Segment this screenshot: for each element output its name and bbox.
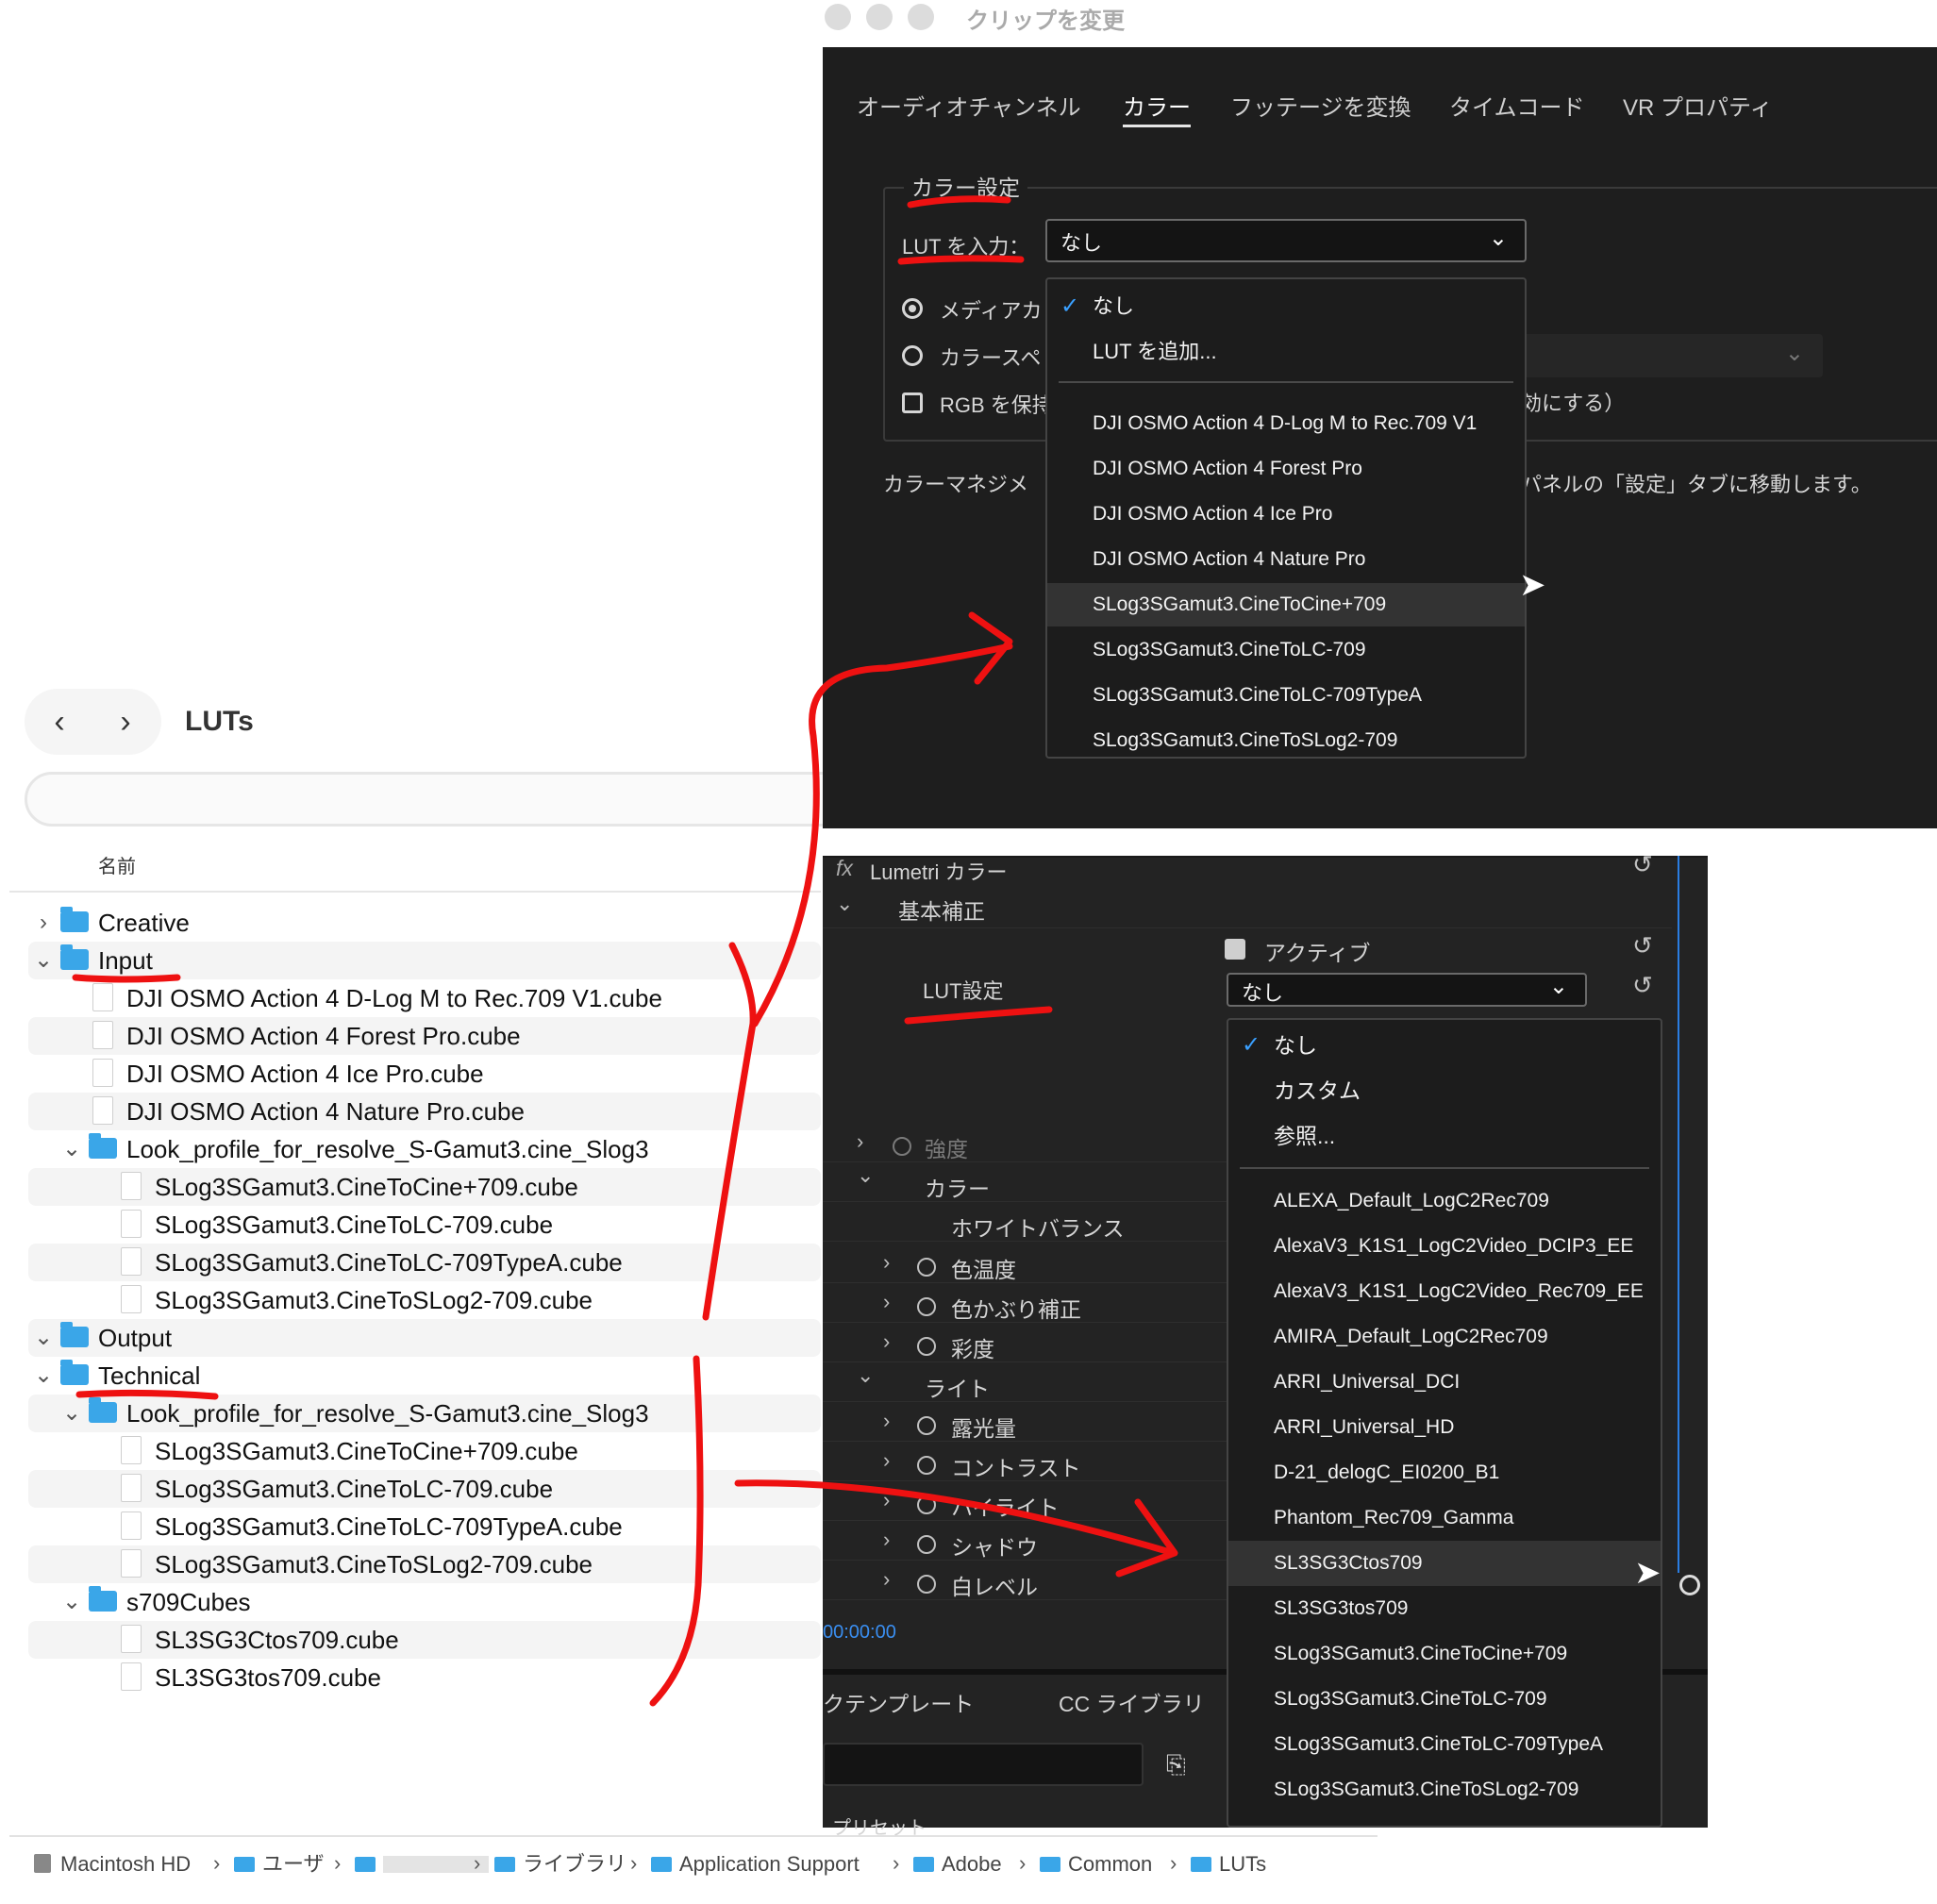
underline-lut-setting	[904, 1006, 1053, 1025]
underline-technical-folder	[75, 1389, 219, 1400]
arrow-to-dialog	[751, 643, 1013, 1027]
bracket-input	[702, 942, 757, 1321]
annotation-overlay	[72, 195, 1178, 1707]
underline-color-settings	[907, 195, 1011, 209]
arrow-to-lumetri	[734, 1479, 1174, 1556]
underline-input-folder	[72, 974, 181, 983]
underline-input-lut	[897, 255, 1025, 265]
bracket-technical	[649, 1355, 704, 1707]
